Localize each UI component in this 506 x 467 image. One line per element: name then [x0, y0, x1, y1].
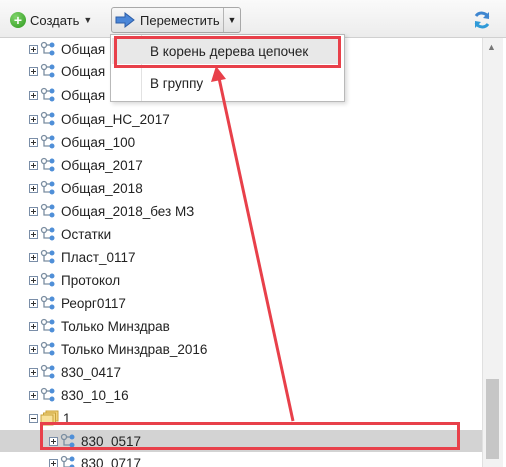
annotation-arrow [211, 66, 295, 422]
